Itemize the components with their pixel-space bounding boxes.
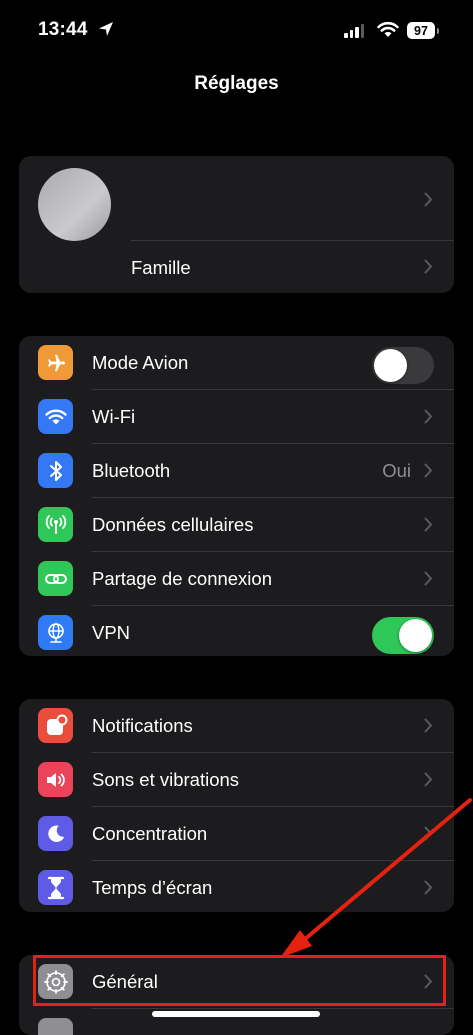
speaker-icon — [46, 772, 65, 787]
toggle-knob — [399, 619, 432, 652]
chevron-right-icon — [424, 571, 432, 586]
wifi-row[interactable]: Wi-Fi — [19, 390, 454, 443]
notifications-label: Notifications — [92, 715, 193, 736]
vpn-label: VPN — [92, 622, 131, 643]
notifications-group: Notifications Sons et vibrations Concent… — [19, 699, 454, 912]
chevron-right-icon — [424, 409, 432, 424]
sounds-icon-tile — [38, 762, 73, 797]
cellular-data-label: Données cellulaires — [92, 514, 254, 535]
profile-group: Famille — [19, 156, 454, 293]
moon-icon — [47, 824, 64, 842]
notifications-icon-tile — [38, 708, 73, 743]
bluetooth-icon-tile — [38, 453, 73, 488]
bluetooth-label: Bluetooth — [92, 460, 171, 481]
cellular-signal-icon — [344, 24, 364, 38]
vpn-row[interactable]: VPN — [19, 606, 454, 656]
bluetooth-row[interactable]: Bluetooth Oui — [19, 444, 454, 497]
focus-icon-tile — [38, 816, 73, 851]
next-icon-tile — [38, 1018, 73, 1035]
avatar — [38, 168, 111, 241]
chevron-right-icon — [424, 517, 432, 532]
chevron-right-icon — [424, 259, 432, 274]
page-title: Réglages — [194, 73, 279, 94]
focus-row[interactable]: Concentration — [19, 807, 454, 860]
bluetooth-icon — [49, 460, 62, 481]
chevron-right-icon — [424, 826, 432, 841]
home-indicator[interactable] — [152, 1011, 320, 1017]
screen-time-icon-tile — [38, 870, 73, 905]
annotation-highlight-box — [33, 955, 446, 1006]
connectivity-group: Mode Avion Wi-Fi Bluetooth Oui Données c… — [19, 336, 454, 656]
status-time: 13:44 — [38, 19, 88, 40]
wifi-label: Wi-Fi — [92, 406, 136, 427]
antenna-icon — [45, 514, 66, 534]
status-bar: 13:44 97 — [0, 0, 473, 62]
airplane-icon — [47, 354, 65, 371]
sounds-row[interactable]: Sons et vibrations — [19, 753, 454, 806]
personal-hotspot-row[interactable]: Partage de connexion — [19, 552, 454, 605]
hourglass-icon — [47, 876, 64, 899]
link-icon — [44, 573, 67, 584]
focus-label: Concentration — [92, 823, 208, 844]
airplane-mode-toggle[interactable] — [372, 347, 434, 384]
screen-time-row[interactable]: Temps d’écran — [19, 861, 454, 912]
toggle-knob — [374, 349, 407, 382]
cellular-icon-tile — [38, 507, 73, 542]
notification-badge-icon — [46, 714, 67, 735]
battery-indicator: 97 — [407, 22, 439, 39]
chevron-right-icon — [424, 880, 432, 895]
airplane-mode-row[interactable]: Mode Avion — [19, 336, 454, 389]
wifi-icon — [44, 409, 67, 424]
sounds-label: Sons et vibrations — [92, 769, 240, 790]
hotspot-icon-tile — [38, 561, 73, 596]
personal-hotspot-label: Partage de connexion — [92, 568, 272, 589]
chevron-right-icon — [424, 772, 432, 787]
globe-network-icon — [47, 622, 64, 643]
cellular-data-row[interactable]: Données cellulaires — [19, 498, 454, 551]
screen-time-label: Temps d’écran — [92, 877, 213, 898]
apple-account-row[interactable] — [19, 156, 454, 241]
wifi-icon-tile — [38, 399, 73, 434]
notifications-row[interactable]: Notifications — [19, 699, 454, 752]
airplane-icon-tile — [38, 345, 73, 380]
bluetooth-status: Oui — [382, 460, 411, 481]
wifi-status-icon — [377, 21, 399, 37]
chevron-right-icon — [424, 192, 432, 207]
airplane-mode-label: Mode Avion — [92, 352, 189, 373]
chevron-right-icon — [424, 463, 432, 478]
location-arrow-icon — [99, 22, 113, 36]
family-label: Famille — [131, 257, 191, 278]
chevron-right-icon — [424, 718, 432, 733]
vpn-icon-tile — [38, 615, 73, 650]
vpn-toggle[interactable] — [372, 617, 434, 654]
family-row[interactable]: Famille — [19, 241, 454, 293]
